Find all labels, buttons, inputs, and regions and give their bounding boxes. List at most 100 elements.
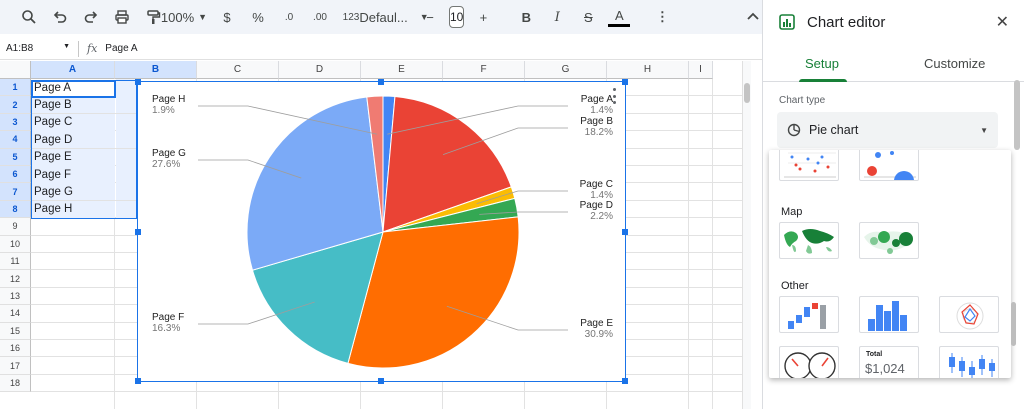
editor-scrollbar-thumb[interactable] [1014,80,1020,150]
chart-menu-button[interactable] [611,88,617,104]
cell-b1[interactable] [116,79,136,96]
pie-chart[interactable]: Page A 1.4% Page B 18.2% Page C 1.4% Page D 2.2… [135,79,628,384]
tab-setup[interactable]: Setup [805,56,839,71]
column-header-d[interactable]: D [279,61,361,79]
waterfall-chart-option[interactable] [779,296,839,333]
candlestick-thumbnail-icon [949,353,995,378]
cell-a8[interactable]: Page H [32,200,115,218]
scorecard-chart-option[interactable]: Total $1,024 [859,346,919,378]
increase-decimal-button[interactable]: .00 [309,5,331,29]
toolbar: 100% ▼ $ % .0 .00 123 Defaul... ▼ − 10 + B… [0,0,762,34]
candlestick-chart-option[interactable] [939,346,999,378]
slice-label: Page H [152,94,185,105]
chart-editor-title: Chart editor [807,13,886,31]
row-header-3[interactable]: 3 [0,113,31,132]
geo-chart-option[interactable] [779,222,839,259]
resize-handle-b[interactable] [378,378,384,384]
cell-a6[interactable]: Page F [32,166,115,183]
print-icon[interactable] [111,5,133,29]
gauge-chart-option[interactable] [779,346,839,378]
resize-handle-tr[interactable] [622,79,628,85]
slice-percent-label: 16.3% [152,323,180,334]
row-header-15[interactable]: 15 [0,322,31,340]
cell-b3[interactable] [116,113,136,131]
row-header-4[interactable]: 4 [0,131,31,149]
row-header-13[interactable]: 13 [0,287,31,306]
cell-a3[interactable]: Page C [32,113,115,131]
row-header-9[interactable]: 9 [0,218,31,236]
resize-handle-r[interactable] [622,229,628,235]
cell-b8[interactable] [116,200,136,218]
row-header-2[interactable]: 2 [0,96,31,114]
font-select[interactable]: Defaul... ▼ [359,5,428,29]
cell-b2[interactable] [116,96,136,114]
column-header-f[interactable]: F [443,61,525,79]
cell-b5[interactable] [116,148,136,166]
percent-format-button[interactable]: % [247,5,269,29]
chart-type-label: Chart type [779,95,826,106]
cell-b6[interactable] [116,166,136,183]
column-header-g[interactable]: G [525,61,607,79]
cell-a4[interactable]: Page D [32,131,115,149]
row-header-14[interactable]: 14 [0,305,31,323]
column-header-e[interactable]: E [361,61,443,79]
chevron-down-icon: ▼ [980,125,988,135]
zoom-select[interactable]: 100% ▼ [161,5,207,29]
cell-b4[interactable] [116,131,136,149]
row-header-1[interactable]: 1 [0,79,31,97]
decrease-font-size-button[interactable]: − [419,5,441,29]
search-icon[interactable] [18,5,40,29]
redo-icon[interactable] [80,5,102,29]
histogram-chart-option[interactable] [859,296,919,333]
row-header-12[interactable]: 12 [0,270,31,288]
increase-font-size-button[interactable]: + [472,5,494,29]
cell-b7[interactable] [116,183,136,201]
strikethrough-button[interactable]: S [577,5,599,29]
radar-chart-option[interactable] [939,296,999,333]
decrease-decimal-button[interactable]: .0 [278,5,300,29]
row-header-17[interactable]: 17 [0,357,31,375]
column-header-h[interactable]: H [607,61,689,79]
resize-handle-br[interactable] [622,378,628,384]
resize-handle-bl[interactable] [135,378,141,384]
grid-scrollbar-thumb[interactable] [744,83,750,103]
more-options-button[interactable]: ⋮ [651,5,673,29]
grid-scrollbar[interactable] [742,61,751,409]
currency-format-button[interactable]: $ [216,5,238,29]
row-header-10[interactable]: 10 [0,235,31,253]
cell-a5[interactable]: Page E [32,148,115,166]
column-header-b[interactable]: B [115,61,197,79]
text-color-button[interactable]: A [608,7,631,27]
column-header-c[interactable]: C [197,61,279,79]
chart-type-select[interactable]: Pie chart ▼ [777,112,998,148]
bold-button[interactable]: B [515,5,537,29]
scatter-chart-option[interactable] [779,150,839,181]
row-header-7[interactable]: 7 [0,183,31,201]
row-header-16[interactable]: 16 [0,340,31,358]
row-header-11[interactable]: 11 [0,253,31,271]
resize-handle-t[interactable] [378,79,384,85]
tab-customize[interactable]: Customize [924,56,985,71]
editor-scrollbar[interactable] [1013,80,1021,380]
close-icon[interactable]: ✕ [996,12,1009,32]
row-header-5[interactable]: 5 [0,148,31,166]
resize-handle-tl[interactable] [135,79,141,85]
geo-bubble-chart-option[interactable] [859,222,919,259]
bubble-chart-option[interactable] [859,150,919,181]
select-all-corner[interactable] [0,61,31,79]
column-header-i[interactable]: I [689,61,713,79]
resize-handle-l[interactable] [135,229,141,235]
italic-button[interactable]: I [546,5,568,29]
cell-a1[interactable]: Page A [32,79,115,96]
undo-icon[interactable] [49,5,71,29]
name-box[interactable]: A1:B8 ▼ [0,43,78,54]
row-header-18[interactable]: 18 [0,374,31,393]
cell-a7[interactable]: Page G [32,183,115,201]
decrease-decimal-label: .0 [284,11,294,23]
row-header-6[interactable]: 6 [0,166,31,184]
formula-input[interactable]: Page A [105,43,137,54]
row-header-8[interactable]: 8 [0,200,31,219]
column-header-a[interactable]: A [31,61,115,79]
cell-a2[interactable]: Page B [32,96,115,114]
font-size-input[interactable]: 10 [449,6,465,28]
